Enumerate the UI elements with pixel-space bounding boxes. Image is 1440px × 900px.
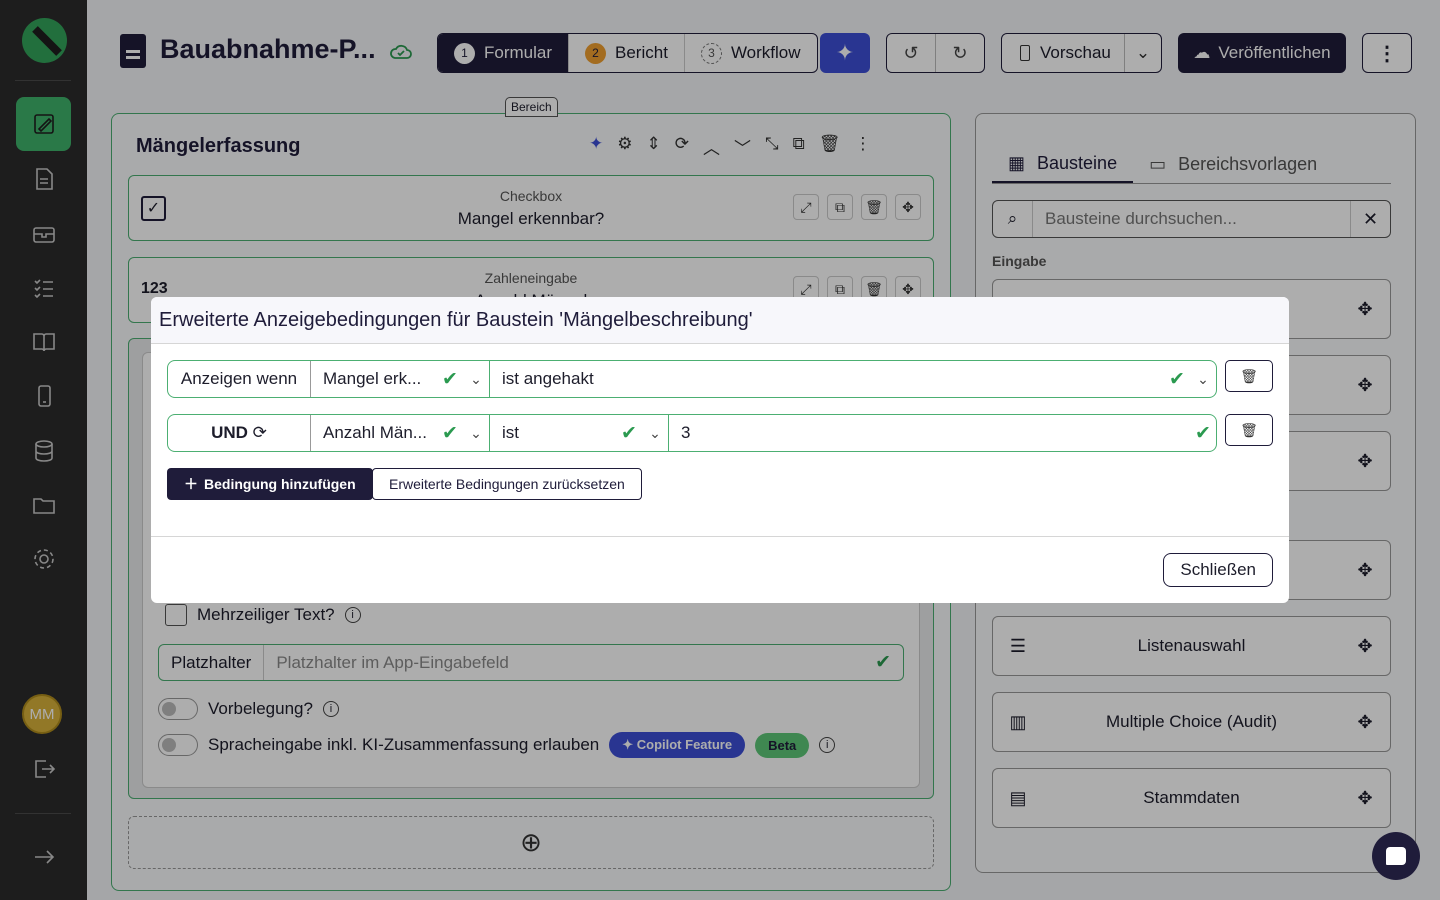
value-input[interactable]: 3 ✔: [669, 415, 1216, 451]
chevron-down-icon: ⌄: [470, 424, 482, 441]
check-icon: ✔: [442, 422, 458, 444]
lead-label: Anzeigen wenn: [180, 369, 298, 388]
operator-select[interactable]: ist ✔ ⌄: [490, 415, 669, 451]
field-value: Mangel erk...: [323, 369, 422, 388]
reset-conditions-button[interactable]: Erweiterte Bedingungen zurücksetzen: [372, 468, 642, 500]
operator-value: ist angehakt: [502, 369, 594, 388]
lead-label: UND: [211, 423, 248, 442]
operator-value: ist: [502, 423, 519, 442]
field-value: Anzahl Män...: [323, 423, 427, 442]
condition-lead[interactable]: UND ⟳: [168, 415, 311, 451]
close-button[interactable]: Schließen: [1163, 553, 1273, 587]
plus-icon: ＋: [184, 476, 198, 492]
condition-row: Anzeigen wenn Mangel erk... ✔ ⌄ ist ange…: [167, 360, 1217, 398]
chevron-down-icon: ⌄: [649, 424, 661, 441]
field-select[interactable]: Anzahl Män... ✔ ⌄: [311, 415, 490, 451]
close-label: Schließen: [1180, 560, 1256, 579]
trash-icon: 🗑: [1240, 367, 1258, 384]
field-select[interactable]: Mangel erk... ✔ ⌄: [311, 361, 490, 397]
check-icon: ✔: [1195, 422, 1211, 444]
operator-select[interactable]: ist angehakt ✔ ⌄: [490, 361, 1216, 397]
chat-button[interactable]: [1372, 832, 1420, 880]
refresh-icon: ⟳: [252, 423, 267, 442]
chevron-down-icon: ⌄: [470, 370, 482, 387]
add-condition-button[interactable]: ＋ Bedingung hinzufügen: [167, 468, 373, 500]
check-icon: ✔: [442, 368, 458, 390]
check-icon: ✔: [621, 422, 637, 444]
value-text: 3: [681, 423, 691, 442]
modal-footer: Schließen: [151, 536, 1289, 603]
add-condition-label: Bedingung hinzufügen: [204, 476, 356, 492]
reset-label: Erweiterte Bedingungen zurücksetzen: [389, 476, 625, 492]
condition-row: UND ⟳ Anzahl Män... ✔ ⌄ ist ✔ ⌄ 3 ✔: [167, 414, 1217, 452]
delete-condition-button[interactable]: 🗑: [1225, 414, 1273, 446]
trash-icon: 🗑: [1240, 421, 1258, 438]
chevron-down-icon: ⌄: [1197, 370, 1209, 387]
condition-lead: Anzeigen wenn: [168, 361, 311, 397]
check-icon: ✔: [1169, 368, 1185, 390]
conditions-modal: Erweiterte Anzeigebedingungen für Bauste…: [151, 297, 1289, 603]
delete-condition-button[interactable]: 🗑: [1225, 360, 1273, 392]
modal-title: Erweiterte Anzeigebedingungen für Bauste…: [151, 297, 1289, 344]
